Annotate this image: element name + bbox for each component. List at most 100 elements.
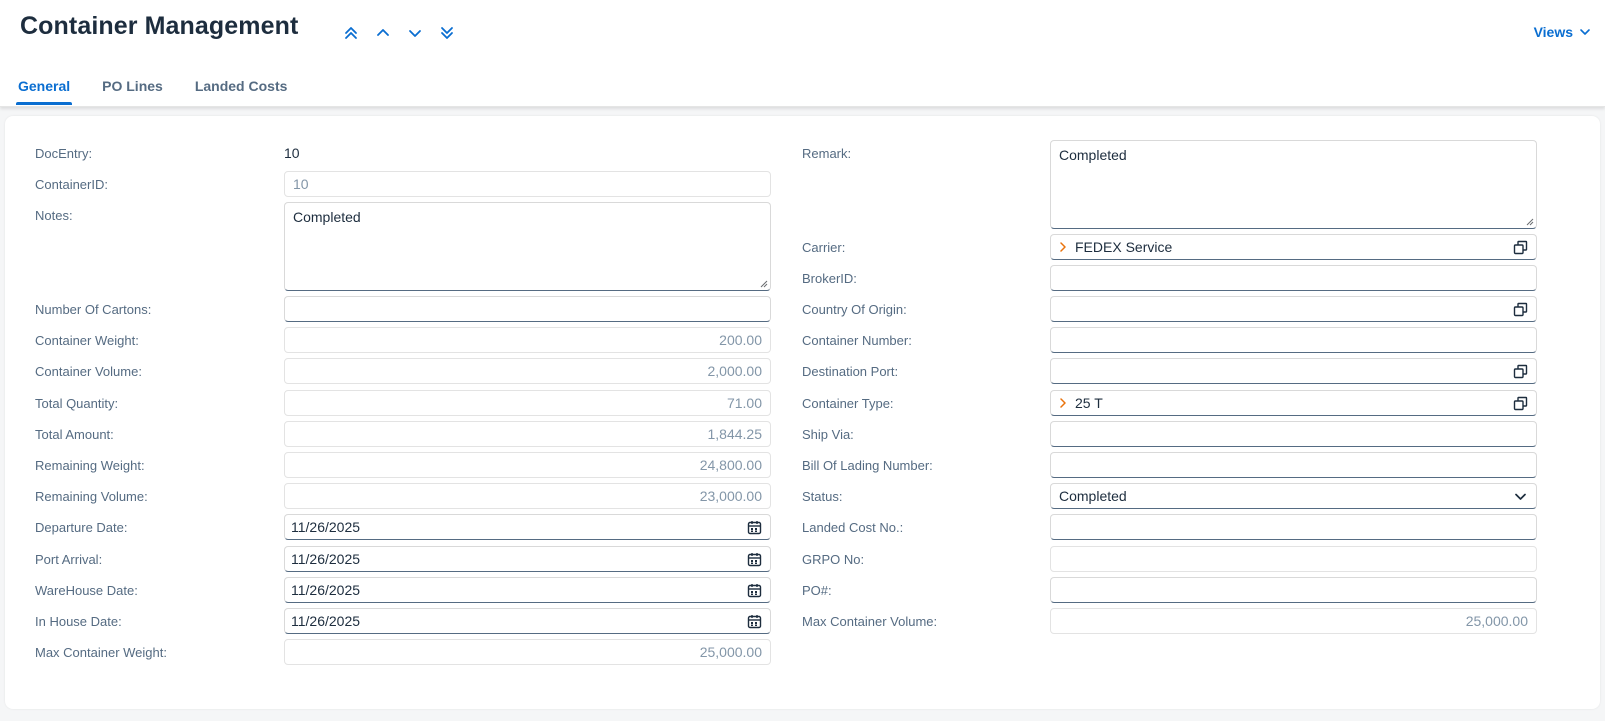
grpo-no-field: [1050, 546, 1537, 572]
value-help-icon[interactable]: [1513, 240, 1528, 255]
max-volume-label: Max Container Volume:: [802, 614, 938, 629]
ship-via-label: Ship Via:: [802, 427, 854, 442]
page-header: Container Management Views General PO Li…: [0, 0, 1605, 107]
tab-po-lines[interactable]: PO Lines: [102, 76, 163, 102]
port-arrival-date-picker[interactable]: 11/26/2025: [284, 546, 771, 572]
po-no-input[interactable]: [1050, 577, 1537, 603]
max-weight-field: 25,000.00: [284, 639, 771, 665]
max-volume-field: 25,000.00: [1050, 608, 1537, 634]
container-type-value-help[interactable]: 25 T: [1050, 390, 1537, 416]
total-qty-value: 71.00: [726, 395, 762, 411]
landed-cost-no-input[interactable]: [1050, 514, 1537, 540]
warehouse-date-label: WareHouse Date:: [35, 583, 138, 598]
brokerid-input[interactable]: [1050, 265, 1537, 291]
port-arrival-label: Port Arrival:: [35, 552, 103, 567]
total-qty-field: 71.00: [284, 390, 771, 416]
double-chevron-down-icon[interactable]: [438, 22, 456, 44]
remark-label: Remark:: [802, 146, 852, 161]
container-number-input[interactable]: [1050, 327, 1537, 353]
po-no-label: PO#:: [802, 583, 832, 598]
tab-general[interactable]: General: [15, 76, 73, 105]
rem-weight-label: Remaining Weight:: [35, 458, 145, 473]
containerid-field: 10: [284, 171, 771, 197]
tab-landed-costs[interactable]: Landed Costs: [195, 76, 288, 102]
rem-weight-field: 24,800.00: [284, 452, 771, 478]
total-amount-value: 1,844.25: [707, 426, 763, 442]
ship-via-input[interactable]: [1050, 421, 1537, 447]
views-dropdown[interactable]: Views: [1534, 24, 1591, 40]
remark-value: Completed: [1059, 147, 1127, 163]
chevron-down-icon[interactable]: [406, 22, 424, 44]
max-volume-value: 25,000.00: [1465, 613, 1528, 629]
volume-field: 2,000.00: [284, 358, 771, 384]
tab-bar: General PO Lines Landed Costs: [15, 76, 319, 105]
chevron-right-icon[interactable]: [1059, 398, 1067, 408]
volume-label: Container Volume:: [35, 364, 142, 379]
carrier-label: Carrier:: [802, 240, 846, 255]
calendar-icon[interactable]: [747, 614, 762, 629]
value-help-icon[interactable]: [1513, 302, 1528, 317]
calendar-icon[interactable]: [747, 520, 762, 535]
resize-grip-icon[interactable]: [760, 280, 768, 288]
docentry-value: 10: [284, 145, 300, 161]
chevron-down-icon[interactable]: [1513, 489, 1528, 504]
departure-date-picker[interactable]: 11/26/2025: [284, 514, 771, 540]
country-label: Country Of Origin:: [802, 302, 907, 317]
chevron-down-icon: [1580, 29, 1590, 35]
carrier-value-help[interactable]: FEDEX Service: [1050, 234, 1537, 260]
container-type-label: Container Type:: [802, 396, 894, 411]
landed-cost-no-label: Landed Cost No.:: [802, 520, 904, 535]
total-qty-label: Total Quantity:: [35, 396, 119, 411]
chevron-up-icon[interactable]: [374, 22, 392, 44]
notes-textarea[interactable]: Completed: [284, 202, 771, 291]
port-arrival-value: 11/26/2025: [291, 551, 361, 567]
weight-field: 200.00: [284, 327, 771, 353]
cartons-label: Number Of Cartons:: [35, 302, 152, 317]
inhouse-date-picker[interactable]: 11/26/2025: [284, 608, 771, 634]
bol-input[interactable]: [1050, 452, 1537, 478]
containerid-label: ContainerID:: [35, 177, 108, 192]
inhouse-date-value: 11/26/2025: [291, 613, 361, 629]
dest-port-label: Destination Port:: [802, 364, 899, 379]
docentry-label: DocEntry:: [35, 146, 93, 161]
rem-volume-label: Remaining Volume:: [35, 489, 148, 504]
grpo-no-label: GRPO No:: [802, 552, 865, 567]
warehouse-date-picker[interactable]: 11/26/2025: [284, 577, 771, 603]
warehouse-date-value: 11/26/2025: [291, 582, 361, 598]
views-label: Views: [1533, 24, 1573, 40]
double-chevron-up-icon[interactable]: [342, 22, 360, 44]
brokerid-label: BrokerID:: [802, 271, 857, 286]
weight-label: Container Weight:: [35, 333, 139, 348]
general-form-card: DocEntry: 10 ContainerID: 10 Notes: Comp…: [5, 116, 1600, 709]
calendar-icon[interactable]: [747, 552, 762, 567]
remark-textarea[interactable]: Completed: [1050, 140, 1537, 229]
record-navigation: [342, 22, 456, 44]
bol-label: Bill Of Lading Number:: [802, 458, 933, 473]
cartons-input[interactable]: [284, 296, 771, 322]
departure-label: Departure Date:: [35, 520, 128, 535]
status-select[interactable]: Completed: [1050, 483, 1537, 509]
rem-volume-field: 23,000.00: [284, 483, 771, 509]
weight-value: 200.00: [719, 332, 762, 348]
container-type-value: 25 T: [1075, 395, 1103, 411]
rem-volume-value: 23,000.00: [699, 488, 762, 504]
departure-value: 11/26/2025: [291, 519, 361, 535]
total-amount-label: Total Amount:: [35, 427, 114, 442]
status-value: Completed: [1059, 488, 1127, 504]
calendar-icon[interactable]: [747, 583, 762, 598]
country-value-help[interactable]: [1050, 296, 1537, 322]
notes-label: Notes:: [35, 208, 73, 223]
max-weight-value: 25,000.00: [699, 644, 762, 660]
containerid-value: 10: [293, 176, 309, 192]
total-amount-field: 1,844.25: [284, 421, 771, 447]
max-weight-label: Max Container Weight:: [35, 645, 167, 660]
chevron-right-icon[interactable]: [1059, 242, 1067, 252]
inhouse-date-label: In House Date:: [35, 614, 122, 629]
page-title: Container Management: [20, 12, 299, 40]
value-help-icon[interactable]: [1513, 396, 1528, 411]
notes-value: Completed: [293, 209, 361, 225]
container-number-label: Container Number:: [802, 333, 912, 348]
resize-grip-icon[interactable]: [1526, 218, 1534, 226]
dest-port-value-help[interactable]: [1050, 358, 1537, 384]
value-help-icon[interactable]: [1513, 364, 1528, 379]
